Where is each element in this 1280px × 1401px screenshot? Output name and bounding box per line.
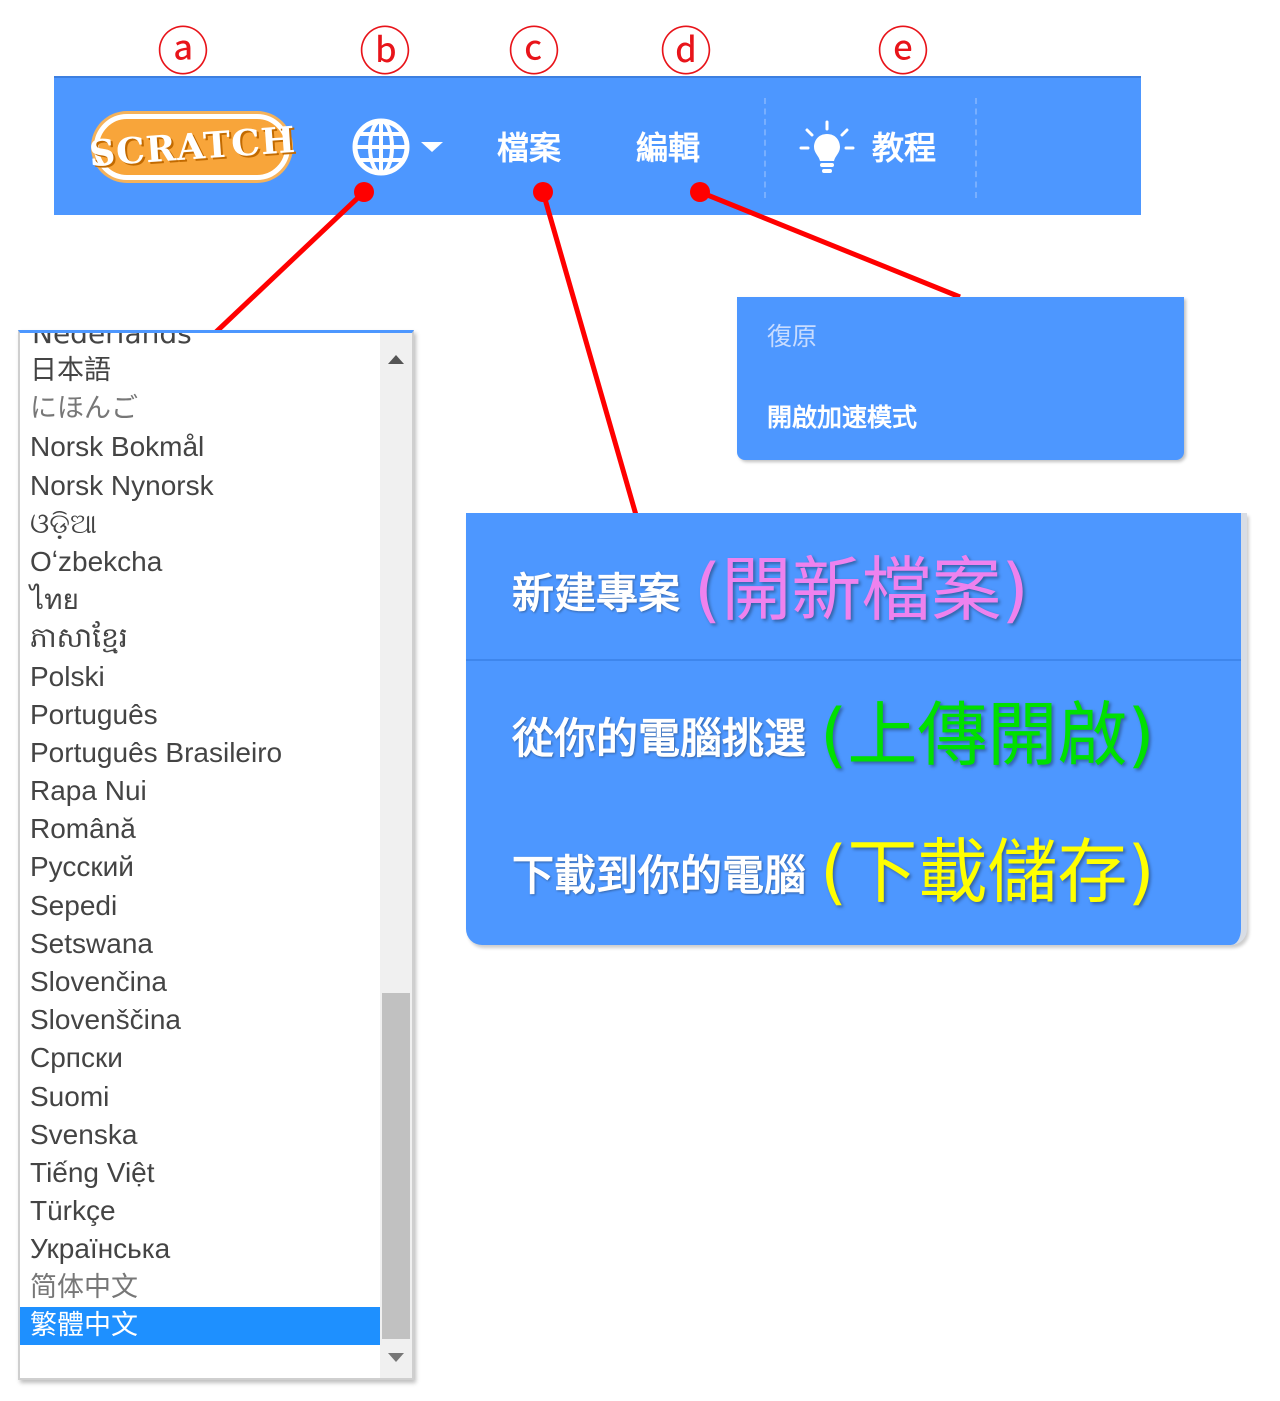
- language-option[interactable]: Norsk Bokmål: [20, 428, 380, 466]
- annotation-line-file: [540, 191, 639, 516]
- language-select-list[interactable]: Nederlands 日本語 にほんご Norsk Bokmål Norsk N…: [18, 330, 414, 1380]
- language-option[interactable]: Русский: [20, 848, 380, 886]
- language-option[interactable]: Suomi: [20, 1078, 380, 1116]
- load-from-computer-menu-item[interactable]: 從你的電腦挑選 (上傳開啟): [512, 685, 1155, 785]
- language-option[interactable]: Setswana: [20, 925, 380, 963]
- language-option[interactable]: Polski: [20, 658, 380, 696]
- scrollbar-thumb[interactable]: [382, 993, 410, 1339]
- menu-item-label: 從你的電腦挑選: [512, 713, 807, 763]
- language-option[interactable]: Slovenščina: [20, 1001, 380, 1039]
- language-option[interactable]: Türkçe: [20, 1192, 380, 1230]
- menu-divider: [764, 98, 766, 198]
- file-menu-dropdown: 新建專案 (開新檔案) 從你的電腦挑選 (上傳開啟) 下載到你的電腦 (下載儲存…: [466, 513, 1247, 945]
- turbo-mode-menu-item[interactable]: 開啟加速模式: [767, 402, 917, 434]
- language-option[interactable]: Română: [20, 810, 380, 848]
- language-option[interactable]: Rapa Nui: [20, 772, 380, 810]
- language-option[interactable]: Português Brasileiro: [20, 734, 380, 772]
- undo-menu-item[interactable]: 復原: [767, 321, 817, 353]
- menu-bar: SCRATCH 檔案 編輯 教程: [54, 76, 1141, 215]
- marker-c: ⓒ: [507, 23, 560, 83]
- file-menu-button[interactable]: 檔案: [497, 128, 561, 168]
- logo-text: SCRATCH: [87, 118, 297, 176]
- menu-item-label: 新建專案: [512, 568, 681, 618]
- language-option[interactable]: Українська: [20, 1230, 380, 1268]
- language-option[interactable]: 日本語: [20, 352, 380, 390]
- menu-divider: [975, 98, 977, 198]
- language-option[interactable]: Sepedi: [20, 887, 380, 925]
- language-option[interactable]: ไทย: [20, 581, 380, 619]
- language-option[interactable]: Svenska: [20, 1116, 380, 1154]
- globe-icon[interactable]: [350, 116, 412, 178]
- language-option[interactable]: にほんご: [20, 390, 380, 428]
- language-option[interactable]: Português: [20, 696, 380, 734]
- language-option[interactable]: Српски: [20, 1039, 380, 1077]
- edit-menu-dropdown: 復原 開啟加速模式: [737, 297, 1184, 460]
- new-project-menu-item[interactable]: 新建專案 (開新檔案): [512, 540, 1029, 640]
- language-option-partial[interactable]: Nederlands: [32, 333, 192, 350]
- language-options: 日本語 にほんご Norsk Bokmål Norsk Nynorsk ଓଡ଼ି…: [20, 352, 380, 1345]
- chevron-down-icon[interactable]: [421, 142, 443, 152]
- annotation-note: (上傳開啟): [820, 694, 1155, 776]
- language-option[interactable]: Tiếng Việt: [20, 1154, 380, 1192]
- language-option[interactable]: Slovenčina: [20, 963, 380, 1001]
- marker-e: ⓔ: [876, 23, 929, 83]
- menu-divider: [466, 659, 1241, 661]
- marker-d: ⓓ: [659, 23, 712, 83]
- edit-menu-button[interactable]: 編輯: [636, 128, 700, 168]
- language-option[interactable]: ភាសាខ្មែរ: [20, 619, 380, 657]
- lightbulb-icon[interactable]: [799, 120, 855, 176]
- scrollbar[interactable]: [380, 333, 412, 1378]
- language-option-selected[interactable]: 繁體中文: [20, 1306, 380, 1345]
- language-option[interactable]: Norsk Nynorsk: [20, 467, 380, 505]
- save-to-computer-menu-item[interactable]: 下載到你的電腦 (下載儲存): [512, 822, 1155, 922]
- tutorials-button[interactable]: 教程: [872, 128, 936, 168]
- marker-a: ⓐ: [156, 23, 209, 83]
- scratch-logo[interactable]: SCRATCH: [87, 114, 297, 180]
- language-option[interactable]: Oʻzbekcha: [20, 543, 380, 581]
- scroll-down-icon[interactable]: [388, 1353, 404, 1362]
- scroll-up-icon[interactable]: [388, 355, 404, 364]
- language-option[interactable]: 简体中文: [20, 1269, 380, 1307]
- annotation-note: (開新檔案): [694, 549, 1029, 631]
- annotation-note: (下載儲存): [820, 831, 1155, 913]
- menu-item-label: 下載到你的電腦: [512, 850, 807, 900]
- language-option[interactable]: ଓଡ଼ିଆ: [20, 505, 380, 543]
- marker-b: ⓑ: [358, 23, 411, 83]
